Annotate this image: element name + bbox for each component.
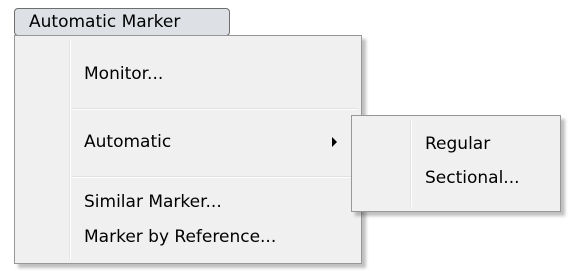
menu-stage: Automatic Marker Monitor... Automatic Si… — [0, 0, 574, 271]
submenu-item-label: Regular — [425, 134, 491, 154]
menu-item-similar-marker[interactable]: Similar Marker... — [18, 182, 358, 222]
menu-separator — [72, 176, 357, 178]
menu-item-label: Monitor... — [84, 64, 164, 84]
submenu-item-regular[interactable]: Regular — [355, 125, 557, 163]
menu-item-marker-by-reference[interactable]: Marker by Reference... — [18, 217, 358, 257]
menu-item-label: Automatic — [84, 132, 172, 152]
menu-item-label: Marker by Reference... — [84, 227, 277, 247]
submenu-item-sectional[interactable]: Sectional... — [355, 159, 557, 197]
menu-item-automatic[interactable]: Automatic — [18, 122, 358, 162]
menu-separator — [72, 108, 357, 110]
automatic-marker-dropdown: Monitor... Automatic Similar Marker... M… — [14, 35, 362, 264]
automatic-submenu: Regular Sectional... — [351, 115, 561, 212]
triangle-right-icon — [332, 137, 337, 147]
menu-item-monitor[interactable]: Monitor... — [18, 54, 358, 94]
submenu-item-label: Sectional... — [425, 168, 520, 188]
menu-item-label: Similar Marker... — [84, 192, 222, 212]
automatic-marker-menu-button[interactable]: Automatic Marker — [14, 8, 230, 36]
